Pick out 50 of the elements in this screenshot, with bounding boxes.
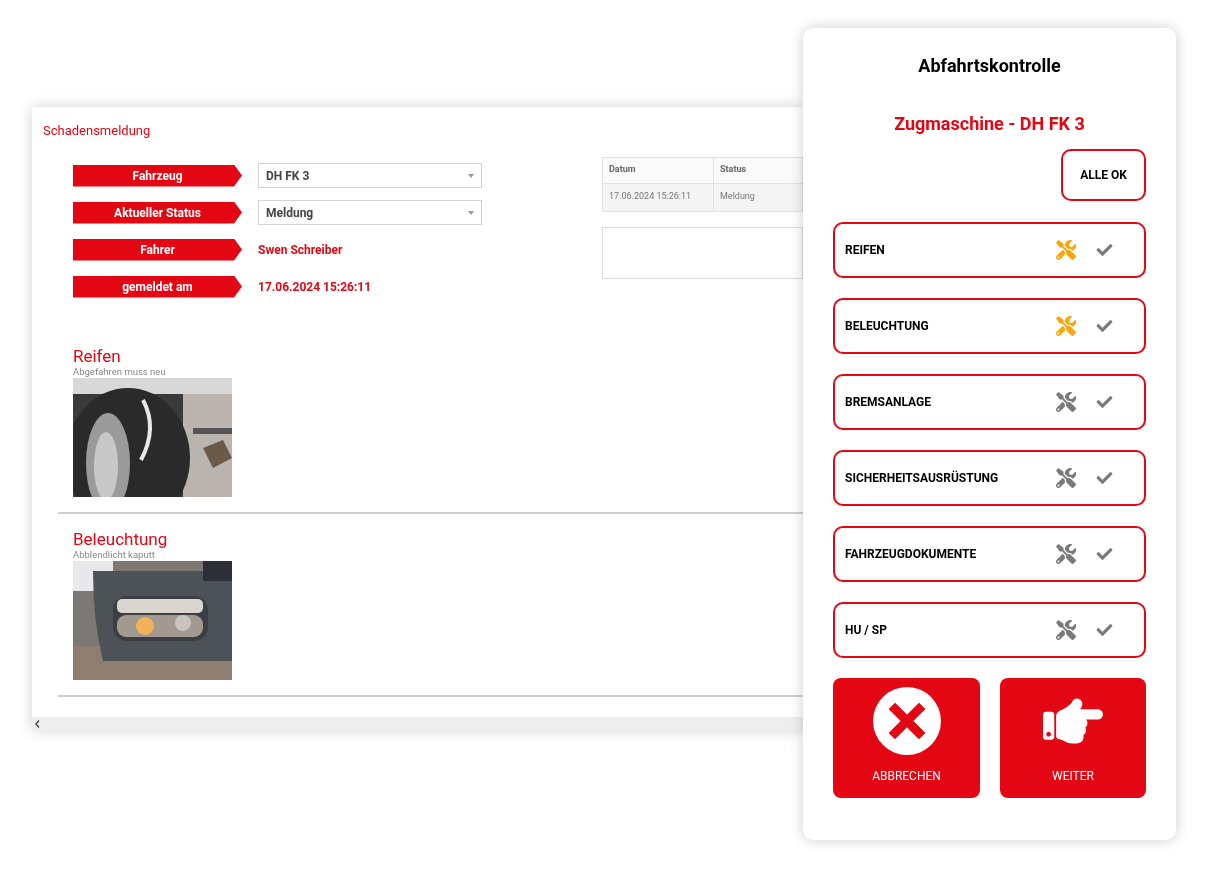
next-button[interactable]: WEITER	[1000, 678, 1146, 798]
cancel-button[interactable]: ABBRECHEN	[833, 678, 980, 798]
damage-note: Abblendlicht kaputt	[73, 548, 156, 561]
check-icon[interactable]	[1095, 470, 1114, 486]
tools-icon[interactable]	[1056, 392, 1076, 412]
check-item[interactable]: REIFEN	[833, 222, 1146, 278]
vehicle-title: Zugmaschine - DH FK 3	[893, 112, 1086, 136]
field-label: Aktueller Status	[73, 201, 242, 224]
check-item[interactable]: FAHRZEUGDOKUMENTE	[833, 526, 1146, 582]
item-label: BREMSANLAGE	[845, 394, 932, 411]
check-icon[interactable]	[1095, 394, 1114, 410]
select-field[interactable]: DH FK 3	[258, 163, 482, 188]
damage-note: Abgefahren muss neu	[73, 365, 167, 378]
caret-icon	[468, 173, 474, 178]
card-title: Abfahrtskontrolle	[917, 54, 1062, 78]
column-header: Datum	[603, 157, 714, 183]
item-label: BELEUCHTUNG	[845, 318, 930, 335]
field-value: Swen Schreiber	[258, 241, 343, 259]
check-icon[interactable]	[1095, 318, 1114, 334]
check-item[interactable]: HU / SP	[833, 602, 1146, 658]
tools-icon[interactable]	[1056, 468, 1076, 488]
column-header: Status	[719, 163, 748, 177]
check-item[interactable]: BELEUCHTUNG	[833, 298, 1146, 354]
field-label: Fahrzeug	[73, 164, 242, 187]
select-field[interactable]: Meldung	[258, 200, 482, 225]
cancel-icon	[872, 687, 941, 755]
all-ok-button[interactable]: ALLE OK	[1061, 149, 1146, 201]
tools-icon[interactable]	[1056, 544, 1076, 564]
chevron-left-icon	[35, 719, 40, 728]
field-label: gemeldet am	[73, 275, 242, 298]
caret-icon	[468, 210, 474, 215]
scrollbar[interactable]	[32, 717, 803, 730]
tools-icon[interactable]	[1056, 620, 1076, 640]
field-label: Fahrer	[73, 238, 242, 261]
check-item[interactable]: BREMSANLAGE	[833, 374, 1146, 430]
table-cell: 17.06.2024 15:26:11	[603, 183, 714, 211]
check-icon[interactable]	[1095, 622, 1114, 638]
field-value: 17.06.2024 15:26:11	[258, 278, 372, 296]
damage-title: Reifen	[73, 345, 122, 366]
check-icon[interactable]	[1095, 242, 1114, 258]
item-label: REIFEN	[845, 242, 886, 259]
damage-title: Beleuchtung	[73, 528, 169, 549]
check-item[interactable]: SICHERHEITSAUSRÜSTUNG	[833, 450, 1146, 506]
item-label: SICHERHEITSAUSRÜSTUNG	[845, 469, 1000, 487]
table-cell-text: Meldung	[719, 190, 756, 204]
comment-field[interactable]	[602, 226, 803, 279]
item-label: HU / SP	[845, 622, 888, 639]
item-label: FAHRZEUGDOKUMENTE	[845, 546, 978, 563]
window-title: Schadensmeldung	[43, 122, 152, 140]
check-icon[interactable]	[1095, 546, 1114, 562]
